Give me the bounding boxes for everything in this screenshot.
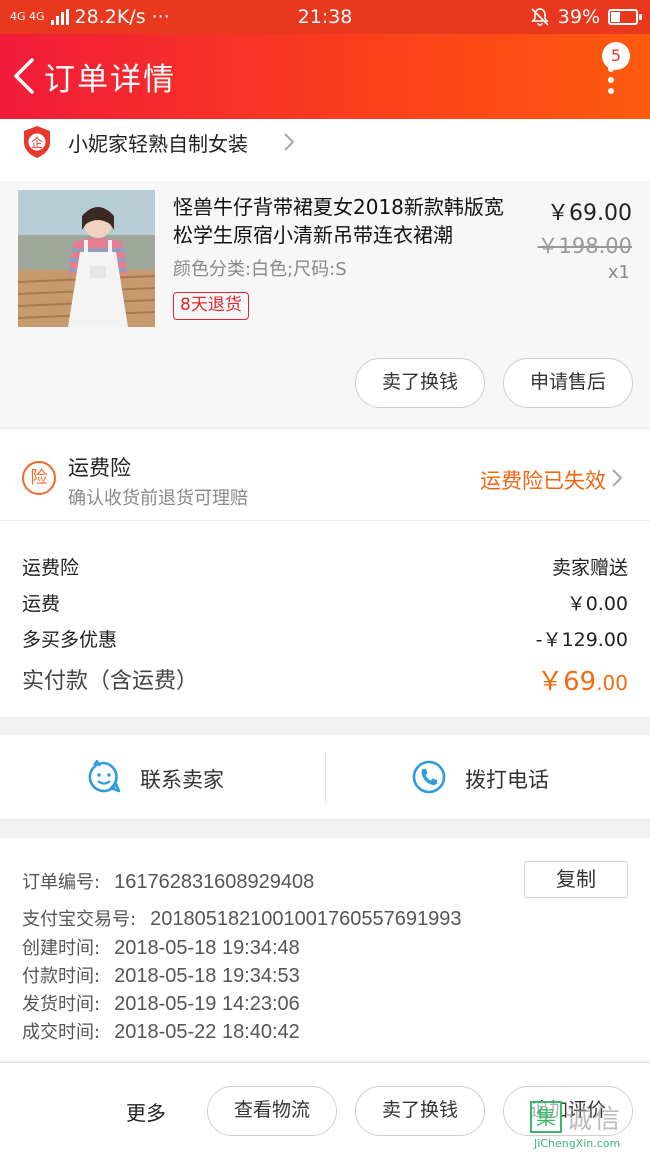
page-title: 订单详情 <box>44 62 176 98</box>
return-policy-tag: 8天退货 <box>173 292 249 320</box>
bottom-action-bar: 更多 查看物流 卖了换钱 追加评价 <box>0 1062 650 1155</box>
contact-row: 联系卖家 拨打电话 <box>0 735 650 820</box>
more-menu-icon[interactable] <box>602 62 620 102</box>
product-title[interactable]: 怪兽牛仔背带裙夏女2018新款韩版宽松学生原宿小清新吊带连衣裙潮 <box>173 193 518 249</box>
insurance-status[interactable]: 运费险已失效 <box>480 465 606 495</box>
alipay-number-row: 支付宝交易号: 2018051821001001760557691993 <box>22 905 462 931</box>
fee-label: 运费险 <box>22 557 80 579</box>
order-number-value: 161762831608929408 <box>114 871 315 893</box>
shipping-insurance-row[interactable]: 险 运费险 确认收货前退货可理赔 运费险已失效 <box>0 428 650 521</box>
product-price: ￥69.00 <box>547 201 632 226</box>
shop-row[interactable]: 企 小妮家轻熟自制女装 <box>0 119 650 181</box>
apply-after-sale-button[interactable]: 申请售后 <box>503 358 633 408</box>
alipay-number-value: 2018051821001001760557691993 <box>150 908 462 930</box>
chevron-right-icon <box>284 133 295 151</box>
view-logistics-button[interactable]: 查看物流 <box>207 1086 337 1136</box>
total-paid-amount: ￥69.00 <box>537 661 628 698</box>
chevron-right-icon <box>612 469 623 487</box>
nav-bar: 订单详情 5 <box>0 34 650 119</box>
total-paid-decimal: .00 <box>596 671 628 695</box>
total-paid-label: 实付款（含运费） <box>22 669 199 694</box>
shop-name[interactable]: 小妮家轻熟自制女装 <box>68 128 248 157</box>
call-phone-label: 拨打电话 <box>465 768 549 792</box>
enterprise-shield-icon: 企 <box>24 126 50 158</box>
shipped-time-row: 发货时间: 2018-05-19 14:23:06 <box>22 990 300 1016</box>
add-review-button[interactable]: 追加评价 <box>503 1086 633 1136</box>
created-time-label: 创建时间: <box>22 938 101 959</box>
completed-time-row: 成交时间: 2018-05-22 18:40:42 <box>22 1018 300 1044</box>
paid-time-label: 付款时间: <box>22 966 101 987</box>
phone-icon <box>412 760 446 794</box>
completed-time-label: 成交时间: <box>22 1022 101 1043</box>
insurance-title: 运费险 <box>68 456 131 480</box>
order-number-label: 订单编号: <box>22 872 101 893</box>
insurance-icon: 险 <box>22 461 56 495</box>
product-spec: 颜色分类:白色;尺码:S <box>173 259 347 280</box>
product-quantity: x1 <box>607 262 630 283</box>
fee-value: 卖家赠送 <box>551 557 628 579</box>
status-bar: 4G 4G 28.2K/s ··· 21:38 39% <box>0 0 650 34</box>
alipay-number-label: 支付宝交易号: <box>22 909 137 930</box>
paid-time-row: 付款时间: 2018-05-18 19:34:53 <box>22 962 300 988</box>
created-time-row: 创建时间: 2018-05-18 19:34:48 <box>22 934 300 960</box>
total-paid-integer: ￥69 <box>537 667 597 697</box>
fee-value: ￥0.00 <box>566 593 628 615</box>
copy-order-number-button[interactable]: 复制 <box>524 861 628 898</box>
chat-smile-icon <box>88 760 121 793</box>
contact-seller-label: 联系卖家 <box>140 768 224 792</box>
shop-icon-text: 企 <box>31 135 43 150</box>
order-info: 订单编号: 161762831608929408 复制 支付宝交易号: 201805… <box>0 838 650 1060</box>
fee-value: -￥129.00 <box>535 629 628 651</box>
mute-bell-icon <box>531 8 549 26</box>
product-image[interactable] <box>18 190 155 327</box>
paid-time-value: 2018-05-18 19:34:53 <box>114 965 300 987</box>
created-time-value: 2018-05-18 19:34:48 <box>114 937 300 959</box>
order-number-row: 订单编号: 161762831608929408 <box>22 868 314 894</box>
product-original-price: ￥198.00 <box>537 234 632 258</box>
completed-time-value: 2018-05-22 18:40:42 <box>114 1021 300 1043</box>
back-arrow-icon[interactable] <box>10 56 40 96</box>
insurance-subtitle: 确认收货前退货可理赔 <box>68 488 248 509</box>
contact-seller-button[interactable]: 联系卖家 <box>0 735 325 820</box>
fee-label: 运费 <box>22 593 61 615</box>
sell-for-cash-button[interactable]: 卖了换钱 <box>355 1086 485 1136</box>
battery-icon <box>608 9 642 25</box>
fee-label: 多买多优惠 <box>22 629 118 651</box>
shipped-time-label: 发货时间: <box>22 994 101 1015</box>
fee-breakdown: 运费险 卖家赠送 运费 ￥0.00 多买多优惠 -￥129.00 实付款（含运费… <box>0 521 650 717</box>
shipped-time-value: 2018-05-19 14:23:06 <box>114 993 300 1015</box>
product-card: 怪兽牛仔背带裙夏女2018新款韩版宽松学生原宿小清新吊带连衣裙潮 颜色分类:白色… <box>0 181 650 428</box>
sell-for-cash-button[interactable]: 卖了换钱 <box>355 358 485 408</box>
battery-percent: 39% <box>557 6 600 28</box>
more-button[interactable]: 更多 <box>126 1097 166 1126</box>
call-phone-button[interactable]: 拨打电话 <box>325 735 650 820</box>
